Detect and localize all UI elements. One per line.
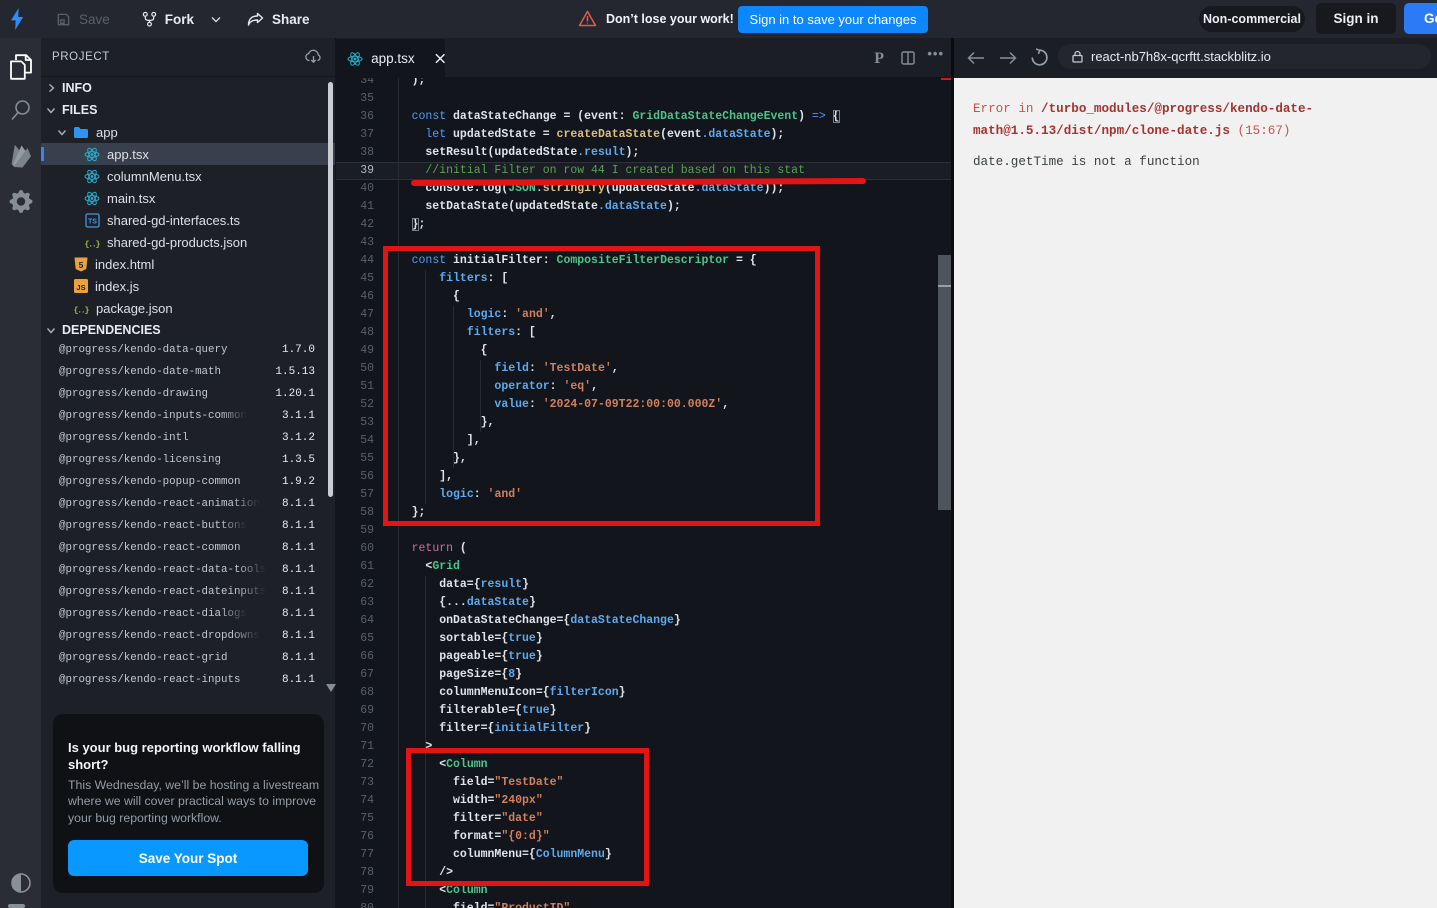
svg-text:JS: JS xyxy=(76,283,85,292)
svg-text:5: 5 xyxy=(79,259,84,269)
svg-text:{..}: {..} xyxy=(85,239,101,249)
svg-text:{..}: {..} xyxy=(74,305,90,315)
svg-text:TS: TS xyxy=(88,218,97,225)
